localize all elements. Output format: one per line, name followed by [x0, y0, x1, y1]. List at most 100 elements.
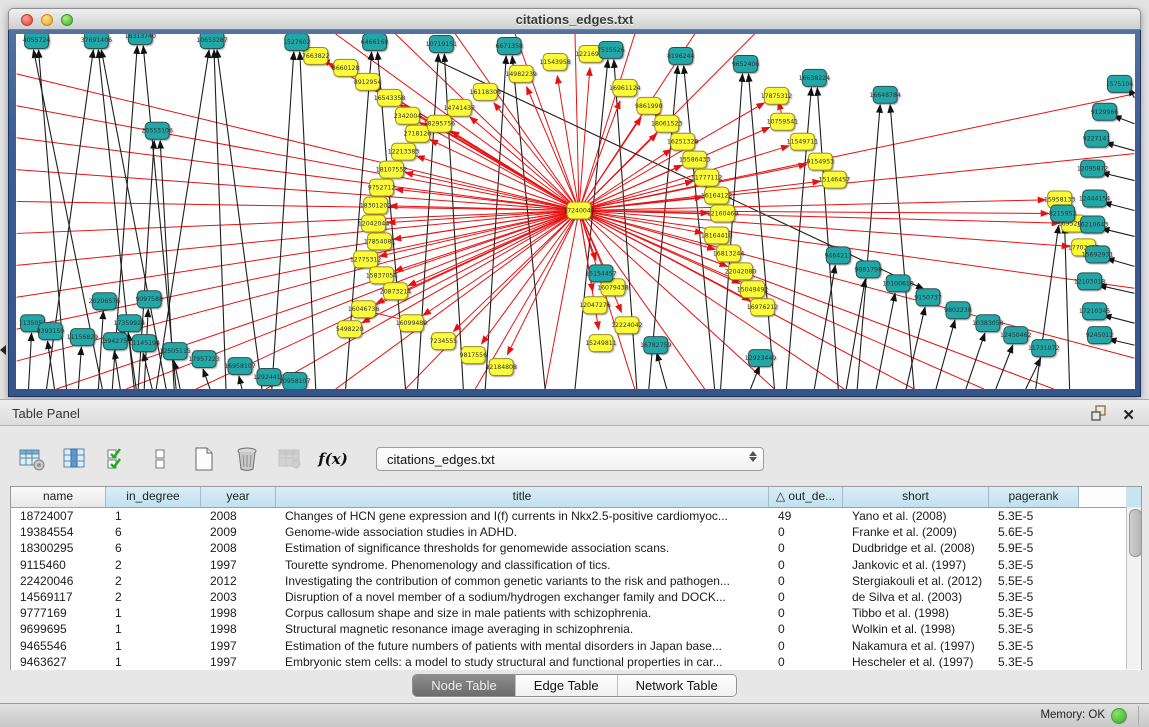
graph-node[interactable]: 2342004 [394, 107, 422, 124]
graph-node[interactable]: 12213383 [388, 143, 419, 160]
row-selection-button[interactable] [104, 444, 132, 474]
graph-node[interactable]: 9129966 [1091, 103, 1119, 120]
graph-node[interactable]: 16958107 [224, 358, 255, 375]
graph-node[interactable]: 9802238 [944, 302, 972, 319]
tab-node-table[interactable]: Node Table [413, 675, 516, 696]
graph-node[interactable]: 9652406 [732, 55, 760, 72]
delete-column-button[interactable] [233, 444, 261, 474]
table-row[interactable]: 911546021997Tourette syndrome. Phenomeno… [11, 557, 1141, 573]
column-header-6[interactable]: pagerank [989, 487, 1079, 507]
float-panel-icon[interactable] [1090, 404, 1108, 427]
graph-node[interactable]: 15692931 [1082, 246, 1113, 263]
graph-node[interactable]: 12775312 [350, 251, 381, 268]
graph-node[interactable]: 8660128 [332, 59, 360, 76]
graph-node[interactable]: 20206576 [89, 293, 120, 310]
table-row[interactable]: 969969511998Structural magnetic resonanc… [11, 621, 1141, 637]
graph-node[interactable]: 8912954 [354, 73, 382, 90]
graph-node[interactable]: 12160469 [707, 205, 738, 222]
graph-node[interactable]: 15249811 [585, 335, 616, 352]
graph-node[interactable]: 10958107 [279, 373, 310, 389]
graph-node[interactable]: 16782759 [640, 337, 671, 354]
graph-node[interactable]: 12444154 [1079, 190, 1110, 207]
graph-node[interactable]: 18313740 [125, 34, 156, 44]
table-row[interactable]: 946554611997Estimation of the future num… [11, 638, 1141, 654]
graph-node[interactable]: 8215953 [1049, 205, 1077, 222]
graph-node[interactable]: 16543358 [374, 89, 405, 106]
graph-node[interactable]: 9752712 [368, 179, 396, 196]
column-header-0[interactable]: name [11, 487, 106, 507]
graph-node[interactable]: 12042044 [358, 215, 389, 232]
graph-node[interactable]: 10383058 [972, 315, 1003, 332]
tab-edge-table[interactable]: Edge Table [516, 675, 618, 696]
table-row[interactable]: 977716911998Corpus callosum shape and si… [11, 605, 1141, 621]
table-row[interactable]: 1872400712008Changes of HCN gene express… [11, 508, 1141, 524]
graph-node[interactable]: 8196244 [667, 47, 695, 64]
graph-node[interactable]: 1575104 [1106, 75, 1134, 92]
graph-node[interactable]: 10100618 [882, 275, 913, 292]
graph-node[interactable]: 11549711 [787, 133, 818, 150]
column-header-1[interactable]: in_degree [106, 487, 201, 507]
graph-node[interactable]: 12047276 [579, 297, 610, 314]
graph-node[interactable]: 16164122 [701, 187, 732, 204]
table-row[interactable]: 1938455462009Genome-wide association stu… [11, 524, 1141, 540]
memory-indicator-icon[interactable] [1111, 708, 1127, 724]
graph-node[interactable]: 18301202 [360, 197, 391, 214]
graph-node[interactable]: 22042080 [725, 263, 756, 280]
table-row[interactable]: 1830029562008Estimation of significance … [11, 540, 1141, 556]
graph-node[interactable]: 17854081 [364, 233, 395, 250]
table-vertical-scrollbar[interactable] [1126, 507, 1141, 669]
graph-node[interactable]: 15049492 [737, 281, 768, 298]
graph-hub-node[interactable]: 17240046 [563, 202, 594, 219]
graph-node[interactable]: 11156829 [67, 329, 98, 346]
graph-node[interactable]: 14982239 [505, 65, 536, 82]
graph-node[interactable]: 18164410 [701, 227, 732, 244]
graph-node[interactable]: 16118306 [470, 83, 501, 100]
window-titlebar[interactable]: citations_edges.txt [8, 8, 1141, 30]
table-row[interactable]: 1456911722003Disruption of a novel membe… [11, 589, 1141, 605]
scrollbar-thumb[interactable] [1129, 509, 1142, 557]
graph-node[interactable]: 4055724 [23, 34, 51, 48]
graph-node[interactable]: 9861990 [635, 97, 663, 114]
rows-button[interactable] [147, 444, 175, 474]
column-header-5[interactable]: short [843, 487, 989, 507]
graph-node[interactable]: 11543958 [539, 53, 570, 70]
graph-node[interactable]: 10653287 [196, 34, 227, 48]
graph-node[interactable]: 12184808 [485, 359, 516, 376]
graph-node[interactable]: 11777112 [691, 169, 722, 186]
graph-node[interactable]: 37691406 [81, 34, 112, 48]
graph-node[interactable]: 16961124 [609, 79, 640, 96]
graph-node[interactable]: 20873214 [380, 283, 411, 300]
graph-node[interactable]: 11145194 [129, 335, 160, 352]
close-panel-icon[interactable]: ✕ [1122, 407, 1135, 425]
graph-node[interactable]: 7515526 [597, 41, 625, 58]
graph-node[interactable]: 13942757 [100, 333, 131, 350]
graph-node[interactable]: 9150737 [914, 289, 942, 306]
graph-node[interactable]: 12095872 [1077, 160, 1108, 177]
graph-node[interactable]: 20553106 [141, 122, 172, 139]
graph-node[interactable]: 12505115 [159, 343, 190, 360]
graph-node[interactable]: 18107552 [376, 161, 407, 178]
table-source-select[interactable]: citations_edges.txt [376, 447, 764, 471]
column-header-2[interactable]: year [201, 487, 276, 507]
graph-node[interactable]: 18295756 [424, 115, 455, 132]
graph-node[interactable]: 10759541 [767, 113, 798, 130]
column-header-4[interactable]: △ out_de... [769, 487, 843, 507]
graph-node[interactable]: 15146457 [819, 171, 850, 188]
graph-node[interactable]: 9227141 [1083, 130, 1111, 147]
graph-node[interactable]: 17359924 [114, 315, 145, 332]
graph-node[interactable]: 9817556 [460, 347, 488, 364]
graph-node[interactable]: 17957223 [188, 351, 219, 368]
graph-node[interactable]: 9154953 [807, 153, 835, 170]
graph-node[interactable]: 16210643 [1077, 216, 1108, 233]
graph-node[interactable]: 16046736 [348, 301, 379, 318]
graph-node[interactable]: 8393159 [37, 323, 65, 340]
show-columns-button[interactable] [61, 444, 89, 474]
graph-node[interactable]: 11731072 [1028, 340, 1059, 357]
network-canvas[interactable]: 7663822866012889129541654335823420042718… [16, 34, 1135, 389]
graph-node[interactable]: 15154457 [585, 265, 616, 282]
graph-node[interactable]: 15837054 [366, 267, 397, 284]
collapse-canvas-arrow-icon[interactable] [0, 345, 6, 355]
graph-node[interactable]: 18061523 [651, 115, 682, 132]
graph-node[interactable]: 12450462 [1000, 327, 1031, 344]
column-header-3[interactable]: title [276, 487, 769, 507]
